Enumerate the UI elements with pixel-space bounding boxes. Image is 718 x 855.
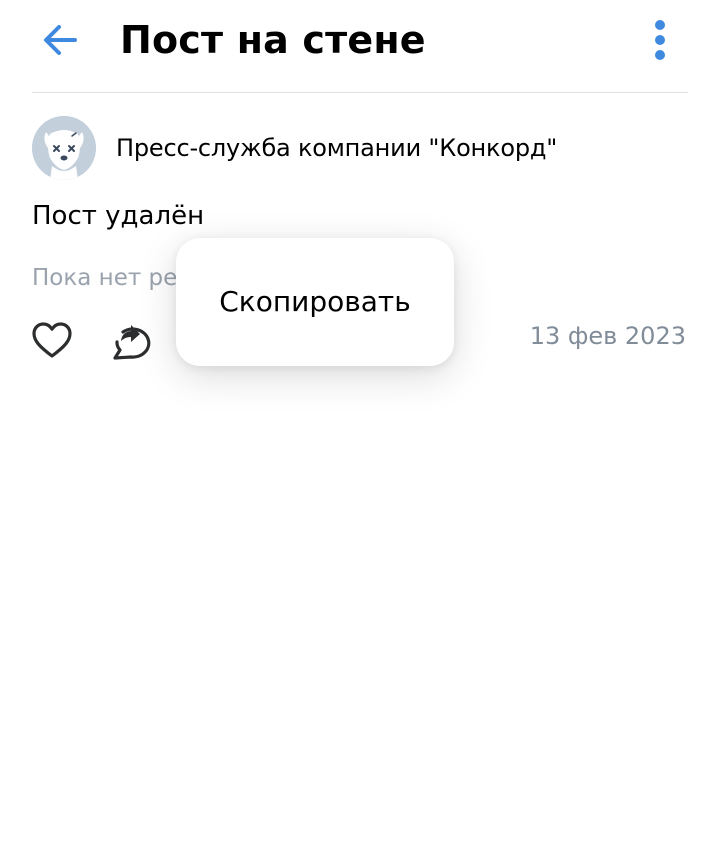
share-icon bbox=[113, 325, 151, 360]
app-header: Пост на стене bbox=[0, 0, 718, 92]
post-text: Пост удалён bbox=[32, 201, 205, 231]
copy-menu-item[interactable]: Скопировать bbox=[176, 270, 454, 334]
deactivated-dog-avatar bbox=[32, 116, 96, 180]
like-button[interactable] bbox=[30, 318, 74, 362]
header-divider bbox=[32, 92, 688, 93]
author-name[interactable]: Пресс-служба компании "Конкорд" bbox=[116, 128, 557, 168]
page-title: Пост на стене bbox=[120, 18, 426, 62]
heart-icon bbox=[32, 322, 72, 358]
post-date: 13 фев 2023 bbox=[529, 322, 686, 350]
arrow-left-icon bbox=[44, 25, 77, 55]
more-vertical-icon bbox=[655, 20, 665, 60]
avatar[interactable] bbox=[32, 116, 96, 180]
comments-status: Пока нет ре bbox=[32, 265, 178, 291]
back-button[interactable] bbox=[36, 18, 84, 62]
more-button[interactable] bbox=[640, 16, 680, 64]
context-menu: Скопировать bbox=[176, 238, 454, 366]
share-button[interactable] bbox=[108, 316, 156, 364]
